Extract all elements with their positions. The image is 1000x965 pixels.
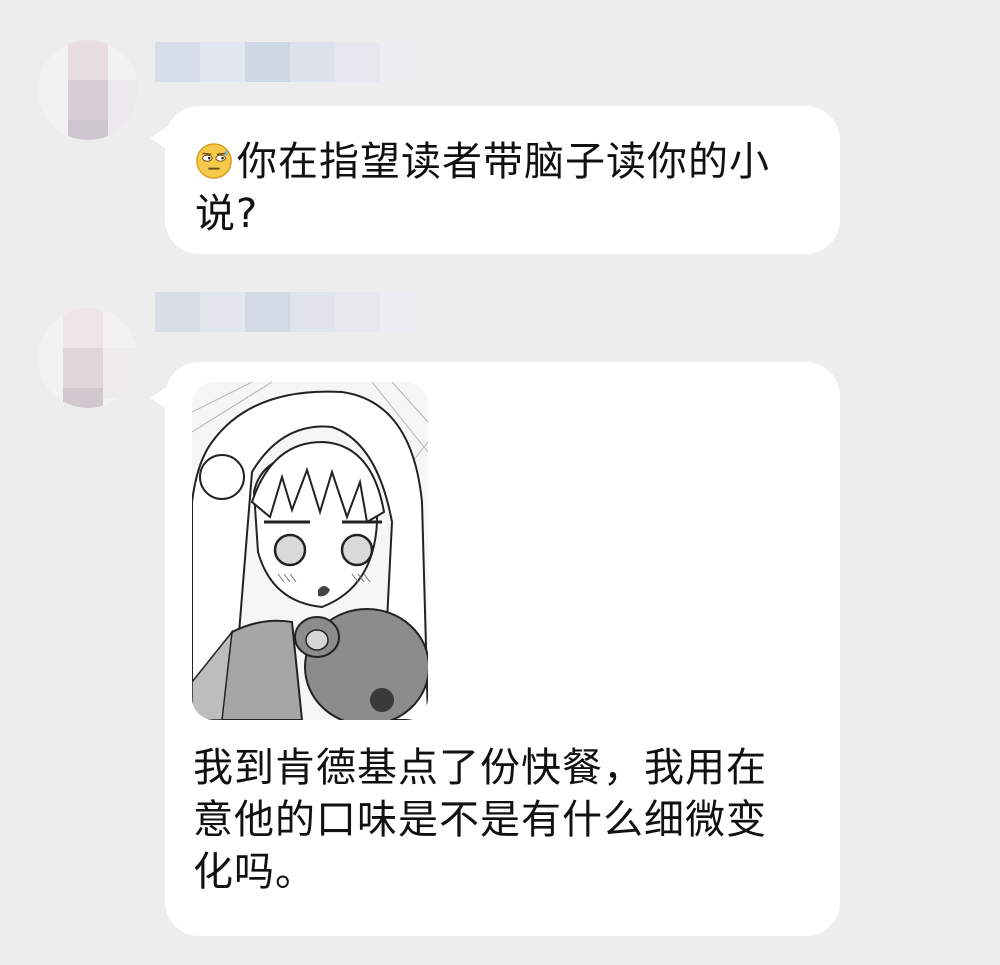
sender-name-blurred [155,292,420,332]
message-text: 我到肯德基点了份快餐，我用在意他的口味是不是有什么细微变化吗。 [193,745,767,895]
chat-bubble[interactable]: 我到肯德基点了份快餐，我用在意他的口味是不是有什么细微变化吗。 [165,362,840,936]
message-text-row: 你在指望读者带脑子读你的小说? [195,136,800,240]
chat-bubble[interactable]: 你在指望读者带脑子读你的小说? [165,106,840,254]
anime-girl-teddy-bear-illustration [192,382,428,720]
avatar[interactable] [38,40,138,140]
message-text: 你在指望读者带脑子读你的小说? [195,139,770,237]
sender-name-blurred [155,42,420,82]
speechless-face-emoji-icon [196,143,232,179]
anime-sticker-image[interactable] [192,382,428,720]
avatar[interactable] [38,308,138,408]
